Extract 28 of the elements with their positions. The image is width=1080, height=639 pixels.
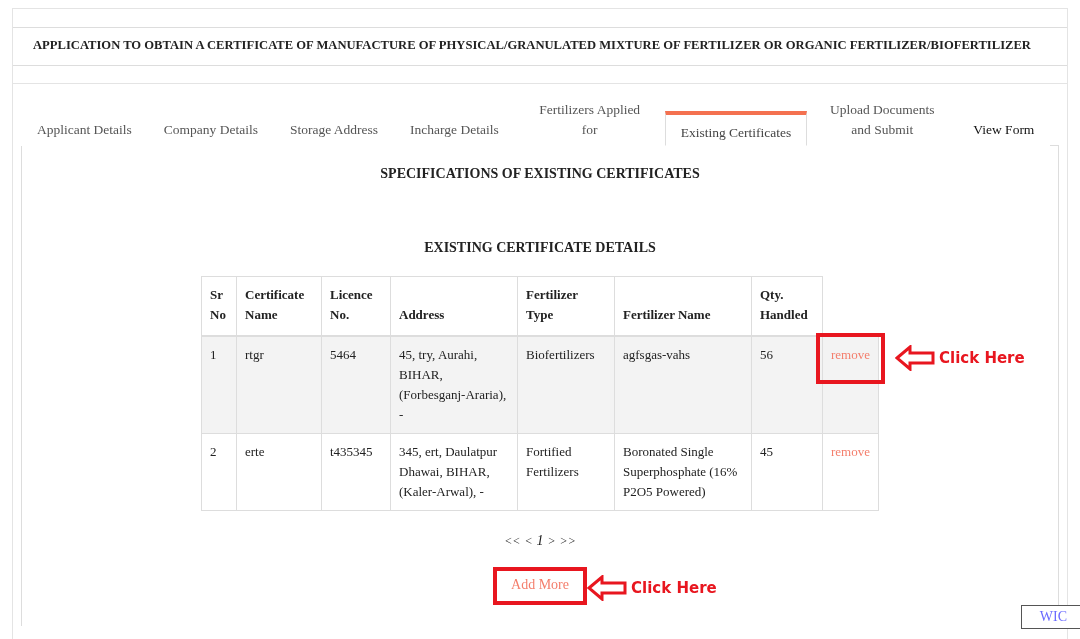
pagination-link[interactable]: >	[547, 534, 556, 549]
section-heading: SPECIFICATIONS OF EXISTING CERTIFICATES	[380, 166, 700, 182]
table-cell: agfsgas-vahs	[614, 336, 752, 434]
left-arrow-icon	[587, 575, 628, 601]
pagination-link[interactable]: >>	[559, 534, 576, 549]
table-cell: 1	[201, 336, 237, 434]
tab[interactable]: Existing Certificates	[664, 111, 808, 146]
pagination-link[interactable]: <<	[504, 534, 521, 549]
corner-widget[interactable]: WIC	[1020, 605, 1080, 629]
table-cell: 5464	[321, 336, 391, 434]
pagination-link[interactable]: <	[524, 534, 533, 549]
table-cell: 45, try, Aurahi, BIHAR, (Forbesganj-Araria), -	[390, 336, 518, 434]
table-cell: 345, ert, Daulatpur Dhawai, BIHAR, (Kaler-Arwal), -	[390, 433, 518, 511]
table-cell: 56	[751, 336, 823, 434]
table-cell: t435345	[321, 433, 391, 511]
table-cell: erte	[236, 433, 322, 511]
callout-text: Click Here	[939, 347, 1025, 368]
table-cell: rtgr	[236, 336, 322, 434]
table-cell: Boronated Single Superphosphate (16% P2O5 Powered)	[614, 433, 752, 511]
callout-text: Click Here	[631, 579, 717, 597]
table-heading: EXISTING CERTIFICATE DETAILS	[424, 240, 656, 256]
pagination-link[interactable]: 1	[536, 533, 544, 549]
table-cell: Fortified Fertilizers	[517, 433, 615, 511]
table-cell: 2	[201, 433, 237, 511]
page-title: APPLICATION TO OBTAIN A CERTIFICATE OF MANUFACTURE OF PHYSICAL/GRANULATED MIXTURE OF FERTILIZER OR ORGANIC FERTILIZER/BIOFERTILIZER	[13, 27, 1067, 66]
table-cell: Biofertilizers	[517, 336, 615, 434]
left-arrow-icon	[895, 344, 935, 371]
table-cell: 45	[751, 433, 823, 511]
